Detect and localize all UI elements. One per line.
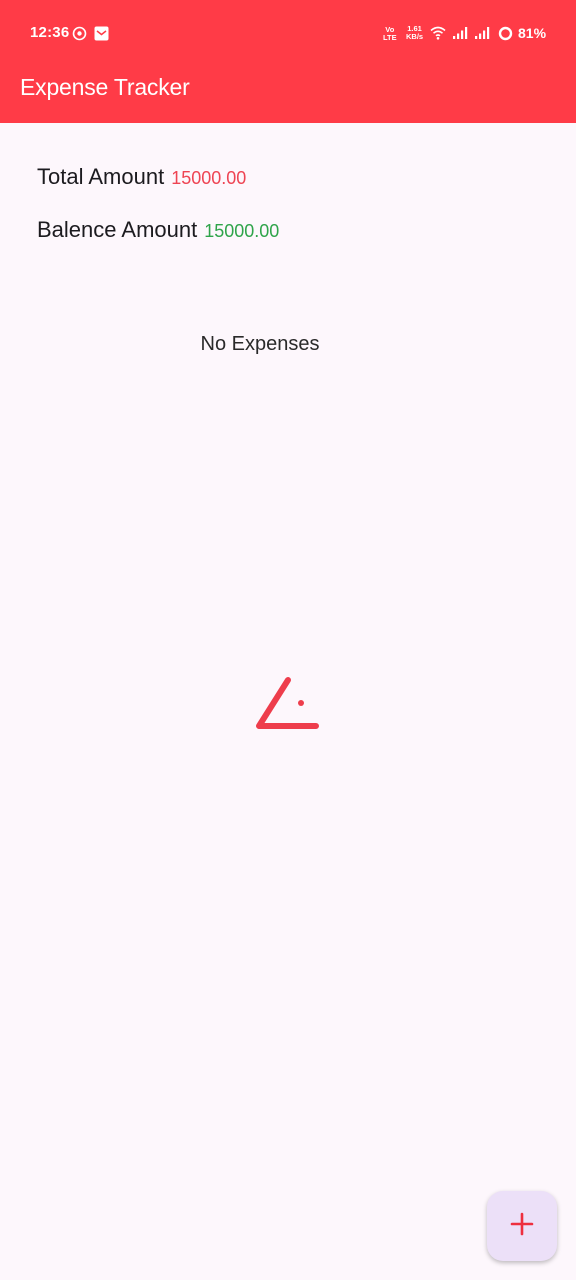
add-expense-button[interactable] (487, 1191, 557, 1261)
status-bar: 12:36 Vo LTE 1.61 KB/s 81% (0, 0, 576, 68)
network-speed: 1.61 KB/s (406, 24, 424, 41)
loading-spinner (250, 672, 330, 747)
balance-amount-value: 15000.00 (204, 221, 280, 241)
status-time: 12:36 (30, 24, 70, 41)
total-amount-value: 15000.00 (171, 168, 247, 188)
balance-amount-label: Balence Amount (37, 217, 198, 242)
balance-amount-row: Balence Amount 15000.00 (37, 217, 279, 243)
wifi-icon (430, 25, 446, 41)
battery-ring-icon (498, 25, 513, 41)
total-amount-label: Total Amount (37, 164, 165, 189)
page-title: Expense Tracker (20, 74, 190, 100)
mail-notification-icon (94, 25, 109, 41)
signal-strength-icon-2 (474, 25, 490, 41)
total-amount-row: Total Amount 15000.00 (37, 164, 246, 190)
volte-indicator: Vo LTE (383, 25, 397, 42)
location-icon (72, 25, 87, 41)
battery-percentage: 81% (518, 25, 547, 41)
signal-strength-icon (452, 25, 468, 41)
app-header: 12:36 Vo LTE 1.61 KB/s 81% Expense Track… (0, 0, 576, 123)
empty-state-message: No Expenses (200, 333, 320, 355)
plus-icon (509, 1211, 535, 1242)
